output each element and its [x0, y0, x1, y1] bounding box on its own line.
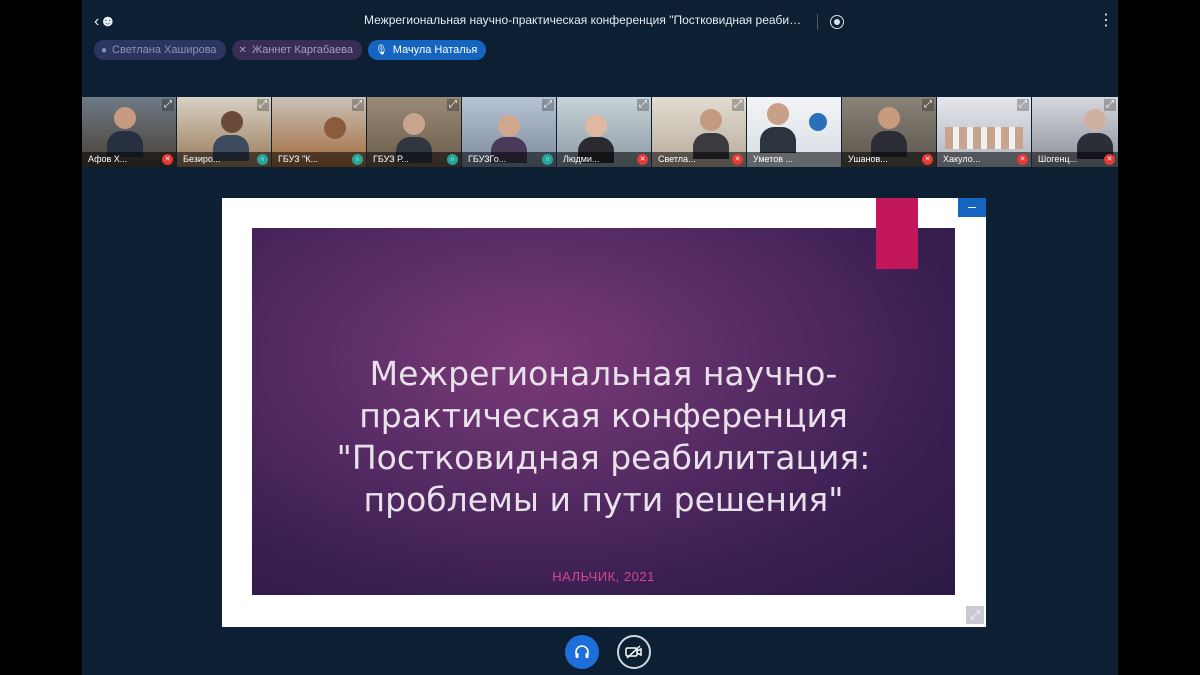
mic-muted-icon: ✕: [922, 154, 933, 165]
dot-icon: ●: [101, 44, 108, 56]
participant-tile[interactable]: Уметов ...: [747, 97, 841, 167]
video-feed: [498, 115, 520, 137]
participant-tile[interactable]: ⤢ Хакуло... ✕: [937, 97, 1031, 167]
logo: [809, 113, 827, 131]
video-feed: [403, 113, 425, 135]
participant-tile[interactable]: ⤢ ГБУЗГо... ∩: [462, 97, 556, 167]
video-button[interactable]: [617, 635, 651, 669]
camera-off-icon: [625, 645, 642, 659]
user-back-icon[interactable]: ‹☻: [94, 12, 116, 32]
participant-tile[interactable]: ⤢ ГБУЗ "К... ∩: [272, 97, 366, 167]
slide-title: Межрегиональная научно-практическая конф…: [336, 354, 871, 519]
participant-tile[interactable]: ⤢ Ушанов... ✕: [842, 97, 936, 167]
participant-strip: ⤢ Афов Х... ✕ ⤢ Безиро... ∩ ⤢ ГБУЗ "К...…: [82, 97, 1118, 167]
talking-indicators: ● Светлана Хаширова ✕ Жаннет Каргабаева …: [94, 40, 487, 62]
mic-muted-icon: ✕: [1017, 154, 1028, 165]
headphones-icon: ∩: [257, 154, 268, 165]
participant-tile[interactable]: ⤢ Светла... ✕: [652, 97, 746, 167]
expand-icon[interactable]: ⤢: [922, 99, 934, 111]
mic-muted-icon: ✕: [238, 44, 247, 56]
video-feed: [114, 107, 136, 129]
participant-tile[interactable]: ⤢ Афов Х... ✕: [82, 97, 176, 167]
video-feed: [945, 127, 1023, 149]
video-feed: [700, 109, 722, 131]
expand-icon[interactable]: ⤢: [1017, 99, 1029, 111]
record-icon[interactable]: [830, 15, 844, 29]
headphones-icon: ∩: [542, 154, 553, 165]
participant-name: Уметов ...: [747, 152, 841, 167]
slide-accent-bar: [876, 198, 918, 269]
video-feed: [878, 107, 900, 129]
slide: Межрегиональная научно-практическая конф…: [252, 228, 955, 595]
audio-button[interactable]: [565, 635, 599, 669]
fullscreen-icon[interactable]: ⤢: [966, 606, 984, 624]
expand-icon[interactable]: ⤢: [1104, 99, 1116, 111]
participant-tile[interactable]: ⤢ Безиро... ∩: [177, 97, 271, 167]
presentation-area: Межрегиональная научно-практическая конф…: [222, 198, 986, 627]
participant-tile[interactable]: ⤢ Шогенц... ✕: [1032, 97, 1118, 167]
video-feed: [221, 111, 243, 133]
talker-name: Светлана Хаширова: [112, 44, 217, 56]
talker-name: Мачула Наталья: [392, 44, 478, 56]
mic-icon: 🎙: [374, 44, 388, 56]
mic-muted-icon: ✕: [637, 154, 648, 165]
talker-pill[interactable]: 🎙 Мачула Наталья: [367, 40, 487, 60]
mic-muted-icon: ✕: [1104, 154, 1115, 165]
video-feed: [1084, 109, 1106, 131]
expand-icon[interactable]: ⤢: [637, 99, 649, 111]
headphones-icon: ∩: [352, 154, 363, 165]
kebab-menu-icon[interactable]: ⋮: [1098, 13, 1114, 29]
mic-muted-icon: ✕: [732, 154, 743, 165]
slide-subtitle: НАЛЬЧИК, 2021: [552, 569, 655, 584]
headphones-icon: [575, 645, 589, 658]
top-bar: ‹☻ Межрегиональная научно-практическая к…: [82, 0, 1118, 44]
video-feed: [585, 115, 607, 137]
headphones-icon: ∩: [447, 154, 458, 165]
expand-icon[interactable]: ⤢: [732, 99, 744, 111]
participant-tile[interactable]: ⤢ Людми... ✕: [557, 97, 651, 167]
expand-icon[interactable]: ⤢: [352, 99, 364, 111]
minimize-presentation-button[interactable]: –: [958, 198, 986, 217]
meeting-title: Межрегиональная научно-практическая конф…: [364, 13, 804, 27]
expand-icon[interactable]: ⤢: [162, 99, 174, 111]
video-feed: [767, 103, 789, 125]
talker-pill[interactable]: ✕ Жаннет Каргабаева: [231, 40, 362, 60]
participant-tile[interactable]: ⤢ ГБУЗ Р... ∩: [367, 97, 461, 167]
video-feed: [760, 127, 796, 153]
conference-app: ‹☻ Межрегиональная научно-практическая к…: [82, 0, 1118, 675]
mic-muted-icon: ✕: [162, 154, 173, 165]
talker-name: Жаннет Каргабаева: [251, 44, 353, 56]
expand-icon[interactable]: ⤢: [257, 99, 269, 111]
talker-pill[interactable]: ● Светлана Хаширова: [94, 40, 226, 60]
expand-icon[interactable]: ⤢: [542, 99, 554, 111]
divider: [817, 14, 818, 30]
expand-icon[interactable]: ⤢: [447, 99, 459, 111]
video-feed: [324, 117, 346, 139]
